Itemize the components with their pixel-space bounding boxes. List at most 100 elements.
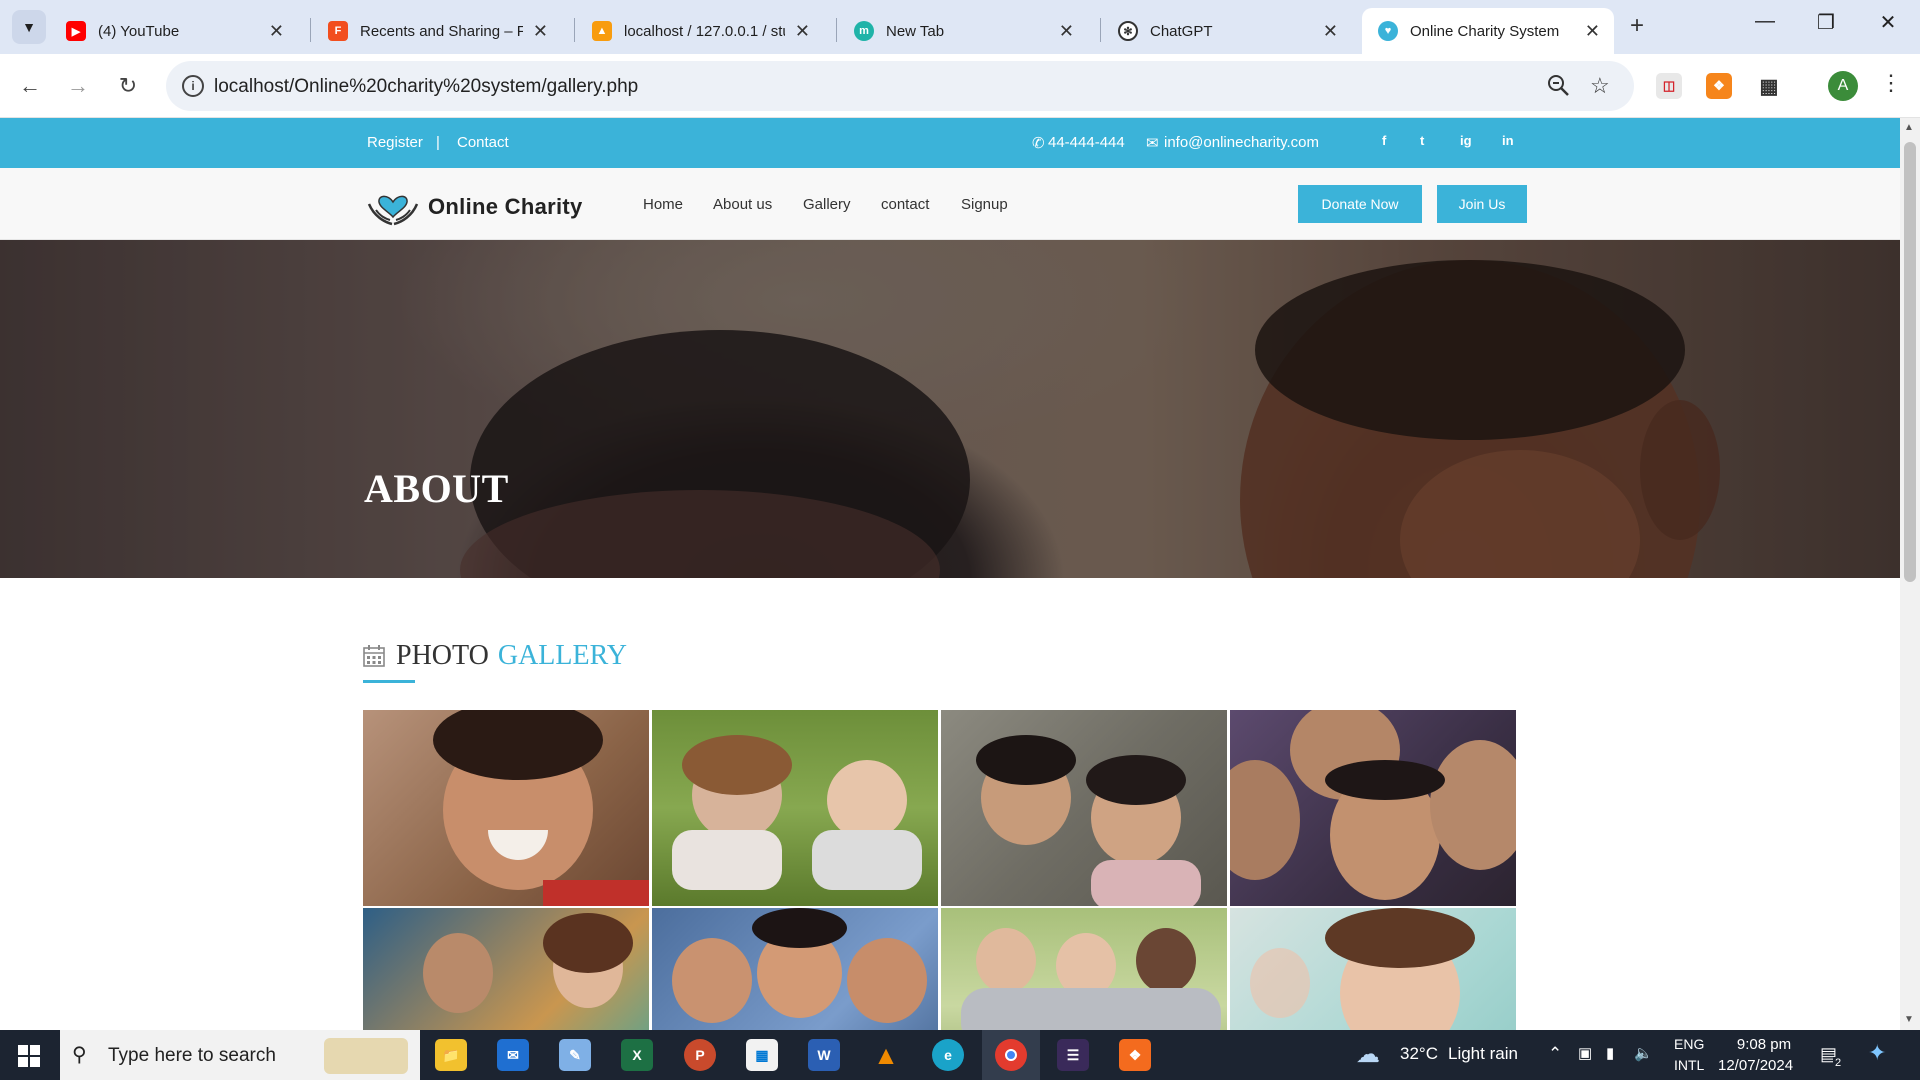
nav-home[interactable]: Home — [643, 196, 683, 213]
windows-start-icon[interactable] — [18, 1045, 40, 1072]
twitter-icon[interactable]: t — [1420, 133, 1424, 148]
photo-detail — [1325, 908, 1475, 968]
tab-search-button[interactable]: ▼ — [12, 10, 46, 44]
store-icon[interactable]: ▦ — [746, 1039, 778, 1071]
instagram-icon[interactable]: ig — [1460, 133, 1472, 148]
winrar-icon[interactable]: ☰ — [1057, 1039, 1089, 1071]
gallery-photo-4[interactable] — [1230, 710, 1516, 906]
scroll-up-icon[interactable]: ▲ — [1904, 122, 1914, 133]
chrome-icon[interactable] — [995, 1039, 1027, 1071]
m-icon: m — [854, 21, 874, 41]
tab-divider — [574, 18, 575, 42]
photo-detail — [682, 735, 792, 795]
donate-now-button[interactable]: Donate Now — [1298, 185, 1422, 223]
facebook-icon[interactable]: f — [1382, 133, 1386, 148]
tab-chatgpt[interactable]: ✻ ChatGPT ✕ — [1102, 8, 1352, 54]
join-us-button[interactable]: Join Us — [1437, 185, 1527, 223]
close-window-button[interactable]: ✕ — [1868, 10, 1908, 35]
browser-menu-icon[interactable]: ⋮ — [1880, 70, 1902, 96]
device-icon[interactable]: ▣ — [1578, 1044, 1592, 1062]
scroll-thumb[interactable] — [1904, 142, 1916, 582]
back-button[interactable]: ← — [14, 70, 46, 102]
page-scrollbar[interactable]: ▲ ▼ — [1900, 118, 1920, 1030]
forward-button[interactable]: → — [62, 70, 94, 102]
scroll-down-icon[interactable]: ▼ — [1904, 1014, 1914, 1025]
tab-phpmyadmin[interactable]: ▲ localhost / 127.0.0.1 / stu ✕ — [576, 8, 824, 54]
gallery-photo-3[interactable] — [941, 710, 1227, 906]
reload-button[interactable]: ↻ — [112, 70, 144, 102]
photo-subject — [672, 938, 752, 1023]
metamask-fox-icon[interactable]: ❖ — [1706, 73, 1732, 99]
extension-shield-icon[interactable]: ◫ — [1656, 73, 1682, 99]
photo-subject — [976, 928, 1036, 993]
rain-cloud-icon[interactable]: ☁ — [1356, 1040, 1380, 1069]
gallery-photo-1[interactable] — [363, 710, 649, 906]
copilot-icon[interactable]: ✦ — [1868, 1040, 1886, 1066]
close-icon[interactable]: ✕ — [795, 21, 810, 42]
contact-link[interactable]: Contact — [457, 134, 509, 151]
photo-detail — [1091, 860, 1201, 906]
nav-about-us[interactable]: About us — [713, 196, 772, 213]
photo-subject — [847, 938, 927, 1023]
restore-button[interactable]: ❐ — [1806, 10, 1846, 35]
taskbar-search-box[interactable]: ⚲ Type here to search — [60, 1030, 420, 1080]
reload-icon: ↻ — [118, 73, 138, 98]
figma-icon: F — [328, 21, 348, 41]
language-line-2[interactable]: INTL — [1674, 1057, 1704, 1073]
address-bar[interactable]: i localhost/Online%20charity%20system/ga… — [166, 61, 1634, 111]
close-icon[interactable]: ✕ — [533, 21, 548, 42]
charity-logo-icon[interactable] — [366, 186, 420, 233]
tab-online-charity[interactable]: ♥ Online Charity System ✕ — [1362, 8, 1614, 54]
nav-contact[interactable]: contact — [881, 196, 929, 213]
clock-date[interactable]: 12/07/2024 — [1718, 1057, 1793, 1074]
nav-gallery[interactable]: Gallery — [803, 196, 851, 213]
search-icon: ⚲ — [72, 1044, 87, 1066]
speaker-icon[interactable]: 🔈 — [1634, 1044, 1653, 1062]
register-link[interactable]: Register — [367, 134, 423, 151]
weather-temp[interactable]: 32°C — [1400, 1044, 1438, 1064]
close-icon[interactable]: ✕ — [1323, 21, 1338, 42]
linkedin-icon[interactable]: in — [1502, 133, 1514, 148]
tab-figma[interactable]: F Recents and Sharing – Fi ✕ — [312, 8, 562, 54]
paint-icon[interactable]: ✎ — [559, 1039, 591, 1071]
gallery-photo-8[interactable] — [1230, 908, 1516, 1030]
battery-icon[interactable]: ▮ — [1606, 1044, 1614, 1062]
extensions-puzzle-icon[interactable]: ▦ — [1756, 73, 1782, 99]
mail-icon[interactable]: ✉ — [497, 1039, 529, 1071]
vlc-icon[interactable]: ▲ — [870, 1039, 902, 1071]
gallery-photo-2[interactable] — [652, 710, 938, 906]
site-info-icon[interactable]: i — [182, 75, 204, 97]
tab-youtube[interactable]: ▶ (4) YouTube ✕ — [50, 8, 298, 54]
tab-title: New Tab — [886, 22, 945, 40]
language-line-1[interactable]: ENG — [1674, 1036, 1704, 1052]
clock-time[interactable]: 9:08 pm — [1730, 1036, 1798, 1053]
close-icon[interactable]: ✕ — [1585, 21, 1600, 42]
new-tab-button[interactable]: + — [1630, 12, 1644, 40]
zoom-icon[interactable] — [1546, 73, 1570, 103]
minimize-button[interactable]: — — [1745, 10, 1785, 33]
word-icon[interactable]: W — [808, 1039, 840, 1071]
gallery-photo-7[interactable] — [941, 908, 1227, 1030]
url-text[interactable]: localhost/Online%20charity%20system/gall… — [214, 76, 638, 98]
page-viewport: Register | Contact ✆ 44-444-444 ✉ info@o… — [0, 118, 1900, 1030]
weather-text[interactable]: Light rain — [1448, 1044, 1518, 1064]
chevron-up-icon[interactable]: ⌃ — [1548, 1044, 1562, 1064]
tab-new-tab[interactable]: m New Tab ✕ — [838, 8, 1088, 54]
excel-icon[interactable]: X — [621, 1039, 653, 1071]
gallery-photo-5[interactable] — [363, 908, 649, 1030]
close-icon[interactable]: ✕ — [1059, 21, 1074, 42]
profile-avatar[interactable]: A — [1828, 71, 1858, 101]
photo-detail — [672, 830, 782, 890]
photo-detail — [543, 880, 649, 906]
email-address[interactable]: info@onlinecharity.com — [1164, 134, 1319, 151]
close-icon[interactable]: ✕ — [269, 21, 284, 42]
gallery-photo-6[interactable] — [652, 908, 938, 1030]
site-logo-text[interactable]: Online Charity — [428, 194, 583, 220]
powerpoint-icon[interactable]: P — [684, 1039, 716, 1071]
nav-signup[interactable]: Signup — [961, 196, 1008, 213]
photo-subject — [1430, 740, 1516, 870]
xampp-icon[interactable]: ❖ — [1119, 1039, 1151, 1071]
edge-icon[interactable]: e — [932, 1039, 964, 1071]
file-explorer-icon[interactable]: 📁 — [435, 1039, 467, 1071]
bookmark-star-icon[interactable]: ☆ — [1590, 73, 1610, 99]
